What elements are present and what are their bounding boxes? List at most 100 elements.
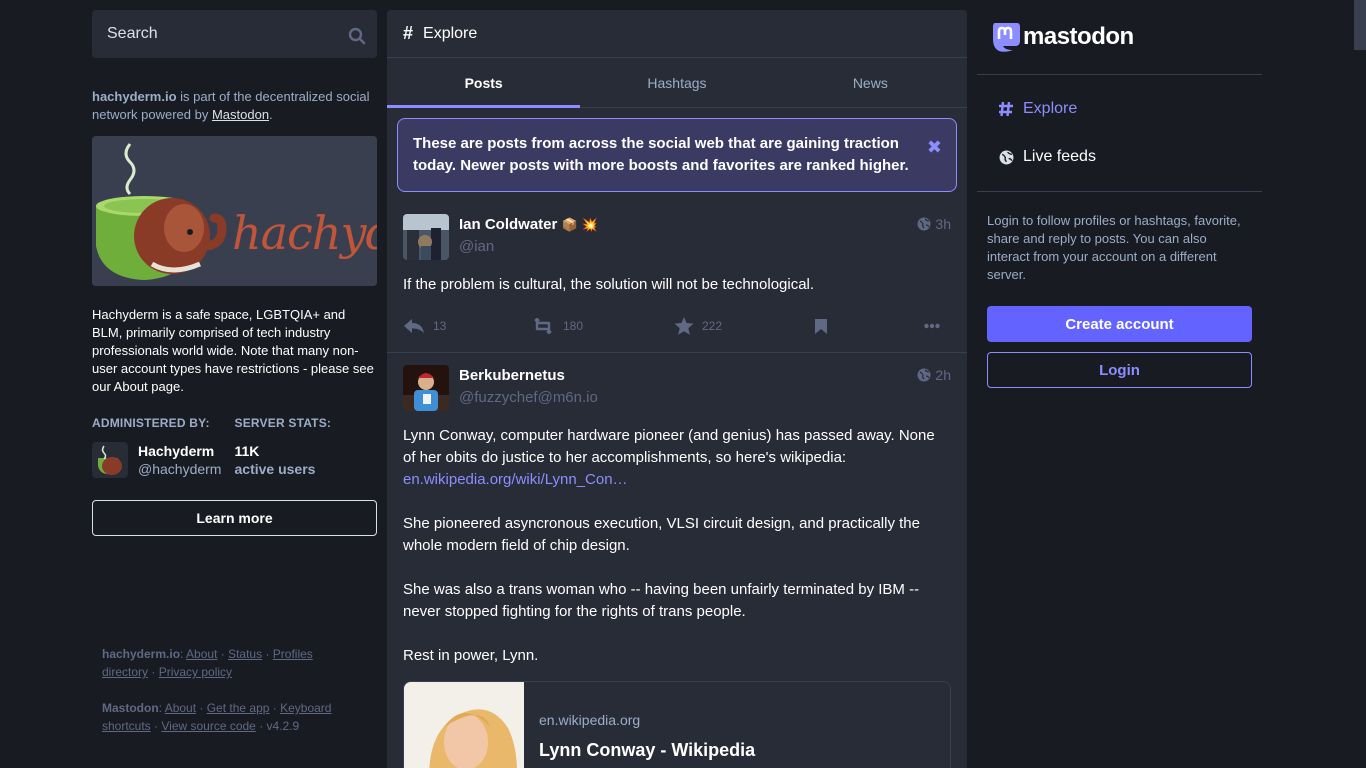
create-account-button[interactable]: Create account [987, 306, 1252, 342]
footer-mastodon-label: Mastodon [102, 701, 159, 715]
bookmark-icon [815, 318, 827, 334]
display-name[interactable]: Berkubernetus [459, 365, 598, 387]
footer-about-link[interactable]: About [186, 647, 217, 661]
admin-name: Hachyderm [138, 443, 215, 459]
login-button[interactable]: Login [987, 352, 1252, 388]
mastodon-logo-icon[interactable] [991, 21, 1021, 53]
sign-in-banner-text: Login to follow profiles or hashtags, fa… [987, 213, 1241, 282]
status-header: Ian Coldwater 📦 💥 @ian [403, 214, 951, 260]
explore-notice: These are posts from across the social w… [397, 118, 957, 192]
favorite-count: 222 [702, 319, 723, 333]
favorite-button[interactable]: 222 [674, 317, 814, 335]
administered-by-section: ADMINISTERED BY: Hachyderm @hachyderm [92, 416, 235, 478]
wikipedia-link[interactable]: en.wikipedia.org/wiki/Lynn_Con… [403, 471, 628, 488]
avatar[interactable] [403, 214, 449, 260]
status-paragraph: She pioneered asyncronous execution, VLS… [403, 515, 920, 554]
server-domain: hachyderm.io [92, 89, 177, 104]
ellipsis-icon [924, 323, 940, 329]
column-title: Explore [423, 24, 478, 42]
navigation-panel: Explore Live feeds [977, 75, 1262, 192]
footer-status-link[interactable]: Status [228, 647, 262, 661]
reply-button[interactable]: 13 [403, 318, 533, 334]
footer-source-code-link[interactable]: View source code [161, 719, 256, 733]
reply-icon [404, 319, 424, 333]
admin-avatar[interactable] [92, 442, 128, 478]
status-time: 2h [935, 367, 951, 383]
tab-posts[interactable]: Posts [387, 58, 581, 108]
status-content: If the problem is cultural, the solution… [403, 274, 951, 296]
search-input[interactable] [107, 25, 337, 43]
server-intro-period: . [269, 107, 273, 122]
right-sidebar: mastodon Explore Live feeds Login to fol… [977, 0, 1262, 388]
admin-and-stats: ADMINISTERED BY: Hachyderm @hachyderm SE… [92, 416, 377, 478]
administered-by-heading: ADMINISTERED BY: [92, 416, 210, 430]
card-provider: en.wikipedia.org [539, 712, 641, 728]
admin-handle: @hachyderm [138, 461, 222, 477]
admin-account[interactable]: Hachyderm @hachyderm [92, 442, 235, 478]
search-icon[interactable] [347, 26, 367, 46]
footer: hachyderm.io: About · Status · Profiles … [102, 645, 362, 753]
star-icon [674, 317, 694, 335]
nav-explore-label: Explore [1023, 100, 1078, 117]
display-name[interactable]: Ian Coldwater [459, 216, 557, 233]
status-header: Berkubernetus @fuzzychef@m6n.io [403, 365, 951, 411]
hashtag-icon [998, 101, 1014, 117]
account-handle[interactable]: @ian [459, 236, 598, 258]
brand-header: mastodon [977, 0, 1262, 75]
globe-icon [917, 217, 931, 231]
account-handle[interactable]: @fuzzychef@m6n.io [459, 387, 598, 409]
page-scrollbar[interactable] [1354, 0, 1366, 768]
bookmark-button[interactable] [814, 318, 924, 335]
footer-get-app-link[interactable]: Get the app [207, 701, 270, 715]
footer-version: v4.2.9 [266, 719, 300, 733]
active-users-label: active users [234, 461, 316, 477]
footer-server-label: hachyderm.io [102, 647, 181, 661]
status-time: 3h [935, 216, 951, 232]
boost-count: 180 [563, 319, 584, 333]
close-icon[interactable]: ✖ [927, 136, 942, 158]
column-header[interactable]: # Explore [387, 10, 967, 58]
search-box [92, 10, 377, 58]
server-stats-heading: SERVER STATS: [234, 416, 332, 430]
nav-explore[interactable]: Explore [977, 85, 1262, 133]
brand-wordmark[interactable]: mastodon [1023, 23, 1134, 51]
status-paragraph: Rest in power, Lynn. [403, 647, 539, 664]
more-options-button[interactable] [924, 323, 940, 329]
server-intro: hachyderm.io is part of the decentralize… [92, 88, 377, 124]
status-paragraph: Lynn Conway, computer hardware pioneer (… [403, 425, 951, 491]
footer-mastodon-about-link[interactable]: About [165, 701, 196, 715]
globe-icon [998, 150, 1014, 165]
link-preview-card[interactable]: en.wikipedia.org Lynn Conway - Wikipedia [403, 681, 951, 768]
server-about: Hachyderm is a safe space, LGBTQIA+ and … [92, 307, 374, 394]
boost-icon [534, 318, 552, 334]
status-meta[interactable]: 2h [917, 367, 951, 383]
learn-more-button[interactable]: Learn more [92, 500, 377, 536]
status-post[interactable]: Berkubernetus @fuzzychef@m6n.io 2h Lynn … [387, 353, 967, 768]
banner-logo-text: hachyderm [232, 206, 377, 260]
tab-hashtags[interactable]: Hashtags [580, 58, 773, 107]
card-title[interactable]: Lynn Conway - Wikipedia [539, 740, 755, 761]
tab-news[interactable]: News [774, 58, 967, 107]
boost-button[interactable]: 180 [533, 318, 674, 334]
nav-live-feeds[interactable]: Live feeds [977, 133, 1262, 181]
status-meta[interactable]: 3h [917, 216, 951, 232]
status-actions: 13 180 222 [403, 300, 951, 352]
nav-live-feeds-label: Live feeds [1023, 148, 1096, 165]
status-content: Lynn Conway, computer hardware pioneer (… [403, 425, 951, 667]
scrollbar-thumb[interactable] [1354, 0, 1366, 50]
reply-count: 13 [433, 319, 447, 333]
display-name-emoji: 📦 💥 [561, 217, 598, 232]
status-post[interactable]: Ian Coldwater 📦 💥 @ian 3h If the problem… [387, 202, 967, 353]
mastodon-link[interactable]: Mastodon [212, 107, 269, 122]
hashtag-icon: # [403, 23, 414, 43]
explore-notice-text: These are posts from across the social w… [413, 135, 909, 174]
active-users-count: 11K [234, 443, 260, 459]
status-text: Lynn Conway, computer hardware pioneer (… [403, 427, 935, 466]
avatar[interactable] [403, 365, 449, 411]
footer-privacy-policy-link[interactable]: Privacy policy [159, 665, 232, 679]
explore-column: # Explore Posts Hashtags News These are … [387, 10, 967, 768]
left-sidebar: hachyderm.io is part of the decentralize… [92, 10, 377, 536]
card-thumbnail [404, 682, 524, 768]
footer-server-links: hachyderm.io: About · Status · Profiles … [102, 647, 313, 679]
status-paragraph: She was also a trans woman who -- having… [403, 581, 920, 620]
